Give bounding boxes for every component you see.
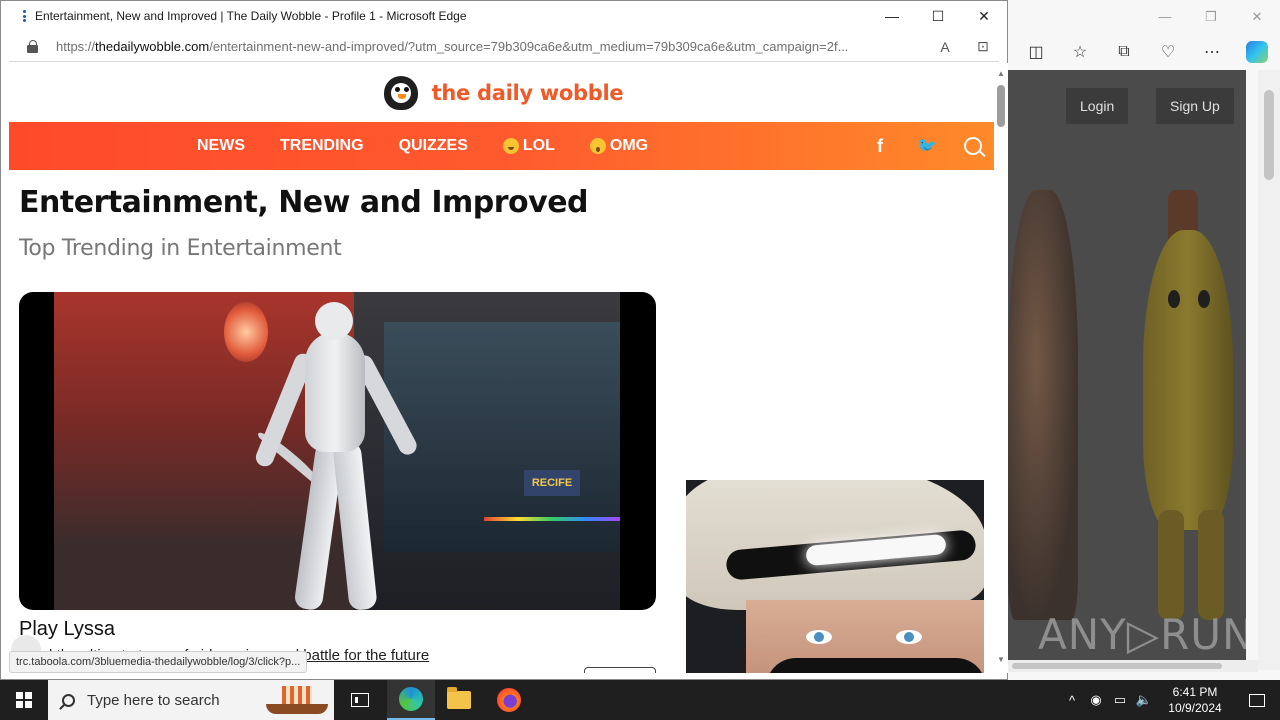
page-scrollbar[interactable]: ▲ ▼	[994, 63, 1008, 673]
advertisement-image[interactable]	[686, 480, 984, 673]
scroll-thumb[interactable]	[997, 85, 1005, 127]
facebook-icon[interactable]: f	[870, 136, 890, 157]
minimize-button[interactable]: —	[869, 1, 915, 31]
network-icon[interactable]: ▭	[1108, 692, 1132, 708]
background-horizontal-scrollbar[interactable]	[1008, 660, 1258, 672]
volume-icon[interactable]: 🔈	[1132, 692, 1156, 708]
taskbar-search-box[interactable]: Type here to search	[48, 680, 334, 720]
page-subtitle: Top Trending in Entertainment	[19, 236, 342, 261]
nav-omg-label: OMG	[609, 137, 649, 154]
taskbar-firefox[interactable]	[485, 680, 533, 720]
folder-icon	[447, 687, 471, 709]
system-tray: ^ ◉ ▭ 🔈 6:41 PM 10/9/2024	[1060, 680, 1280, 720]
status-bar-link-preview: trc.taboola.com/3bluemedia-thedailywobbl…	[9, 651, 308, 673]
twitter-icon[interactable]: 🐦	[917, 136, 937, 156]
nav-quizzes[interactable]: QUIZZES	[399, 137, 468, 155]
clock[interactable]: 6:41 PM 10/9/2024	[1156, 684, 1234, 716]
url-text[interactable]: https://thedailywobble.com/entertainment…	[56, 39, 918, 54]
scroll-down-arrow-icon[interactable]: ▼	[997, 655, 1005, 664]
penguin-logo-icon	[380, 74, 420, 112]
lock-icon[interactable]	[27, 40, 39, 53]
search-placeholder: Type here to search	[87, 691, 220, 709]
bg-restore-button[interactable]: ❐	[1188, 0, 1234, 33]
banana-eye	[1168, 290, 1180, 308]
close-button[interactable]: ✕	[961, 1, 1007, 31]
edge-icon	[399, 687, 423, 711]
start-button[interactable]	[0, 680, 48, 720]
notification-button[interactable]	[1234, 680, 1280, 720]
login-button[interactable]: Login	[1066, 88, 1129, 124]
bg-minimize-button[interactable]: —	[1142, 0, 1188, 33]
firefox-icon	[497, 688, 521, 712]
signup-button[interactable]: Sign Up	[1156, 88, 1234, 124]
address-bar[interactable]: https://thedailywobble.com/entertainment…	[9, 32, 999, 62]
clock-date: 10/9/2024	[1168, 701, 1222, 715]
bg-close-button[interactable]: ✕	[1234, 0, 1280, 33]
collections-icon[interactable]: ⧉	[1114, 42, 1134, 62]
browser-essentials-icon[interactable]: ♡	[1158, 42, 1178, 62]
anyrun-watermark: ANY▷RUN	[1038, 610, 1246, 659]
viking-ship-highlight-icon	[264, 684, 330, 716]
copilot-icon[interactable]	[1246, 40, 1268, 63]
read-aloud-icon[interactable]: A	[934, 39, 956, 55]
background-toolbar: ◫ ☆ ⧉ ♡ ⋯	[1008, 33, 1280, 70]
page-title: Entertainment, New and Improved	[19, 185, 589, 220]
search-icon	[62, 693, 75, 707]
video-frame: RECIFE	[54, 292, 620, 610]
main-navigation: NEWS TRENDING QUIZZES LOL OMG f 🐦	[9, 122, 994, 170]
clock-time: 6:41 PM	[1172, 685, 1218, 699]
laughing-emoji-icon	[502, 138, 519, 154]
search-icon[interactable]	[964, 137, 982, 155]
banana-eye	[1198, 290, 1210, 308]
desktop: — ❐ ✕ ◫ ☆ ⧉ ♡ ⋯ Login Sign Up ANY▷RUN En…	[0, 0, 1280, 680]
taskbar-file-explorer[interactable]	[435, 680, 483, 720]
split-screen-icon[interactable]: ◫	[1026, 42, 1046, 62]
character-figure	[1008, 190, 1078, 620]
nav-trending[interactable]: TRENDING	[280, 137, 364, 155]
background-page: Login Sign Up ANY▷RUN	[1008, 70, 1246, 670]
task-view-button[interactable]	[336, 680, 384, 720]
tab-actions-icon[interactable]	[23, 10, 27, 22]
edge-window: Entertainment, New and Improved | The Da…	[0, 0, 1008, 680]
armored-character	[249, 302, 420, 610]
video-player[interactable]: RECIFE	[19, 292, 656, 610]
more-menu-icon[interactable]: ⋯	[1202, 42, 1222, 62]
site-header[interactable]: the daily wobble	[9, 63, 994, 122]
background-titlebar: — ❐ ✕	[1008, 0, 1280, 33]
banana-leg	[1198, 510, 1224, 620]
maximize-button[interactable]: ☐	[915, 1, 961, 31]
background-scrollbar[interactable]	[1258, 70, 1280, 670]
scroll-thumb[interactable]	[1264, 90, 1274, 180]
window-titlebar: Entertainment, New and Improved | The Da…	[1, 1, 1007, 31]
cta-button[interactable]	[584, 667, 656, 673]
nav-lol[interactable]: LOL	[502, 137, 555, 155]
nav-lol-label: LOL	[522, 137, 555, 154]
shocked-emoji-icon	[589, 138, 606, 154]
scroll-thumb[interactable]	[1012, 663, 1222, 669]
banana-character	[1143, 230, 1233, 530]
banana-leg	[1158, 510, 1184, 620]
store-sign: RECIFE	[524, 470, 580, 496]
taskbar: Type here to search ^ ◉ ▭ 🔈 6:41 PM 10/9…	[0, 680, 1280, 720]
scroll-up-arrow-icon[interactable]: ▲	[997, 69, 1005, 78]
webpage: the daily wobble NEWS TRENDING QUIZZES L…	[9, 63, 994, 673]
chevron-up-icon[interactable]: ^	[1060, 693, 1084, 708]
nav-omg[interactable]: OMG	[589, 137, 649, 155]
notification-icon	[1249, 693, 1265, 707]
taskbar-edge[interactable]	[387, 680, 435, 720]
favorites-star-icon[interactable]: ☆	[1070, 42, 1090, 62]
site-title[interactable]: the daily wobble	[432, 81, 624, 105]
nav-news[interactable]: NEWS	[197, 137, 245, 155]
window-title: Entertainment, New and Improved | The Da…	[35, 9, 467, 23]
task-view-icon	[351, 693, 369, 707]
windows-logo-icon	[16, 692, 32, 708]
background-browser-window: — ❐ ✕ ◫ ☆ ⧉ ♡ ⋯ Login Sign Up ANY▷RUN	[1008, 0, 1280, 680]
meet-now-icon[interactable]: ◉	[1084, 692, 1108, 708]
immersive-reader-icon[interactable]: ⊡	[972, 38, 994, 55]
